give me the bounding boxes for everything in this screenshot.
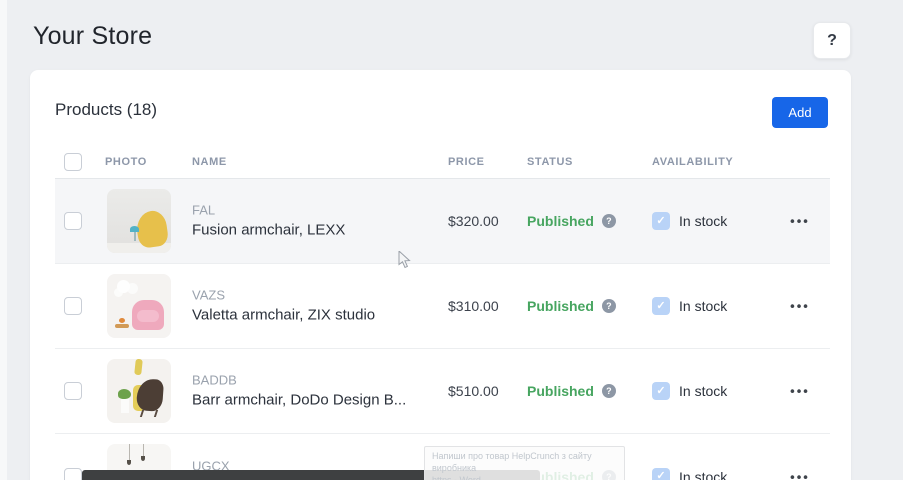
document-tooltip: Напиши про товар HelpCrunch з сайту виро… xyxy=(424,446,625,480)
in-stock-checkbox[interactable]: ✓ xyxy=(652,212,670,230)
availability-cell: ✓ In stock xyxy=(652,468,727,480)
checkmark-icon: ✓ xyxy=(656,216,665,227)
table-row[interactable]: VAZS Valetta armchair, ZIX studio $310.0… xyxy=(55,264,830,349)
help-button[interactable]: ? xyxy=(813,22,851,59)
product-price: $320.00 xyxy=(448,213,499,229)
tooltip-line2: https - Word xyxy=(432,474,617,480)
checkmark-icon: ✓ xyxy=(656,471,665,480)
checkmark-icon: ✓ xyxy=(656,301,665,312)
table-header-row: PHOTO NAME PRICE STATUS AVAILABILITY xyxy=(55,146,830,179)
row-actions-menu[interactable]: ••• xyxy=(778,299,822,314)
row-actions-menu[interactable]: ••• xyxy=(778,384,822,399)
product-photo xyxy=(107,274,171,338)
row-checkbox[interactable] xyxy=(64,212,82,230)
question-badge-icon[interactable]: ? xyxy=(602,299,616,313)
availability-label: In stock xyxy=(679,383,727,399)
product-price: $310.00 xyxy=(448,298,499,314)
row-actions-menu[interactable]: ••• xyxy=(778,469,822,480)
row-checkbox[interactable] xyxy=(64,297,82,315)
in-stock-checkbox[interactable]: ✓ xyxy=(652,297,670,315)
availability-cell: ✓ In stock xyxy=(652,382,727,400)
product-name: Valetta armchair, ZIX studio xyxy=(192,307,375,325)
product-sku: FAL xyxy=(192,203,345,218)
row-actions-menu[interactable]: ••• xyxy=(778,214,822,229)
row-checkbox[interactable] xyxy=(64,382,82,400)
panel-title: Products (18) xyxy=(55,100,157,120)
product-sku: BADDB xyxy=(192,373,406,388)
row-checkbox[interactable] xyxy=(64,468,82,480)
page-title: Your Store xyxy=(33,22,152,51)
in-stock-checkbox[interactable]: ✓ xyxy=(652,468,670,480)
products-panel: Products (18) Add PHOTO NAME PRICE STATU… xyxy=(30,70,851,480)
status-label: Published xyxy=(527,383,594,399)
availability-cell: ✓ In stock xyxy=(652,212,727,230)
column-header-name: NAME xyxy=(192,156,227,168)
table-row[interactable]: BADDB Barr armchair, DoDo Design B... $5… xyxy=(55,349,830,434)
select-all-checkbox[interactable] xyxy=(64,153,82,171)
status-label: Published xyxy=(527,298,594,314)
product-name: Fusion armchair, LEXX xyxy=(192,222,345,240)
add-product-button[interactable]: Add xyxy=(772,97,828,128)
column-header-photo: PHOTO xyxy=(105,156,147,168)
availability-cell: ✓ In stock xyxy=(652,297,727,315)
mouse-cursor-icon xyxy=(398,251,414,269)
status-label: Published xyxy=(527,213,594,229)
availability-label: In stock xyxy=(679,213,727,229)
product-price: $510.00 xyxy=(448,383,499,399)
product-status: Published ? xyxy=(527,213,616,229)
product-status: Published ? xyxy=(527,298,616,314)
product-name-cell: BADDB Barr armchair, DoDo Design B... xyxy=(192,373,406,410)
question-badge-icon[interactable]: ? xyxy=(602,214,616,228)
in-stock-checkbox[interactable]: ✓ xyxy=(652,382,670,400)
tooltip-line1: Напиши про товар HelpCrunch з сайту виро… xyxy=(432,450,617,474)
app-window: Your Store ? Products (18) Add PHOTO NAM… xyxy=(0,0,903,480)
product-name-cell: FAL Fusion armchair, LEXX xyxy=(192,203,345,240)
column-header-status: STATUS xyxy=(527,156,573,168)
product-name: Barr armchair, DoDo Design B... xyxy=(192,392,406,410)
product-name-cell: VAZS Valetta armchair, ZIX studio xyxy=(192,288,375,325)
availability-label: In stock xyxy=(679,298,727,314)
column-header-availability: AVAILABILITY xyxy=(652,156,733,168)
table-row[interactable]: FAL Fusion armchair, LEXX $320.00 Publis… xyxy=(55,179,830,264)
window-edge xyxy=(0,0,7,480)
product-status: Published ? xyxy=(527,383,616,399)
question-badge-icon[interactable]: ? xyxy=(602,384,616,398)
product-sku: VAZS xyxy=(192,288,375,303)
column-header-price: PRICE xyxy=(448,156,485,168)
checkmark-icon: ✓ xyxy=(656,386,665,397)
product-photo xyxy=(107,359,171,423)
product-photo xyxy=(107,189,171,253)
availability-label: In stock xyxy=(679,469,727,480)
